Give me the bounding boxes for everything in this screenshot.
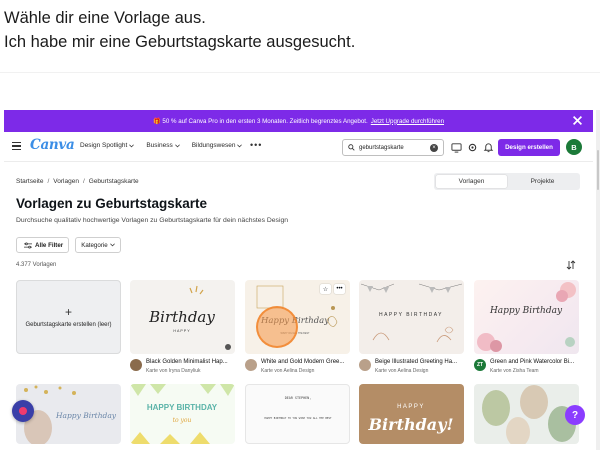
promo-banner: 🎁 50 % auf Canva Pro in den ersten 3 Mon… <box>4 110 593 132</box>
star-icon[interactable]: ☆ <box>320 284 331 294</box>
template-title[interactable]: Beige Illustrated Greeting Ha... <box>375 359 457 365</box>
template-card[interactable]: HAPPY BIRTHDAY <box>359 280 464 354</box>
scrollbar[interactable] <box>596 110 600 450</box>
chevron-down-icon <box>109 243 115 247</box>
promo-upgrade-link[interactable]: Jetzt Upgrade durchführen <box>371 118 444 125</box>
page-title: Vorlagen zu Geburtstagskarte <box>16 196 208 211</box>
top-nav: Canva Design Spotlight Business Bildungs… <box>4 132 593 162</box>
search-input[interactable]: geburtstagskarte × <box>342 139 444 156</box>
template-thumbnail: Happy Birthday <box>477 282 576 352</box>
breadcrumb-geburtstagskarte: Geburtstagskarte <box>88 178 139 185</box>
breadcrumb-vorlagen[interactable]: Vorlagen <box>53 178 79 185</box>
screen: Wähle dir eine Vorlage aus. Ich habe mir… <box>0 0 600 462</box>
svg-text:Birthday: Birthday <box>148 308 215 326</box>
svg-text:HAPPY: HAPPY <box>397 404 425 410</box>
promo-text: 🎁 50 % auf Canva Pro in den ersten 3 Mon… <box>152 118 368 125</box>
breadcrumb-startseite[interactable]: Startseite <box>16 178 43 185</box>
template-author[interactable]: Karte von Zisha Team <box>490 368 539 374</box>
breadcrumb: Startseite / Vorlagen / Geburtstagskarte <box>16 178 139 185</box>
avatar <box>359 359 371 371</box>
monitor-icon[interactable] <box>451 142 462 153</box>
bell-icon[interactable] <box>483 142 494 153</box>
svg-text:DEAR STEPHEN,: DEAR STEPHEN, <box>285 396 312 400</box>
page-subtitle: Durchsuche qualitativ hochwertige Vorlag… <box>16 217 289 224</box>
svg-text:HAPPY BIRTHDAY: HAPPY BIRTHDAY <box>147 403 218 412</box>
svg-text:Happy Birthday: Happy Birthday <box>489 306 563 316</box>
template-count: 4.377 Vorlagen <box>16 262 57 268</box>
template-card[interactable]: HAPPY BIRTHDAY to you <box>130 384 235 444</box>
template-card[interactable]: Birthday HAPPY <box>130 280 235 354</box>
all-filters-button[interactable]: Alle Filter <box>16 237 70 253</box>
template-card[interactable]: DEAR STEPHEN, HAPPY BIRTHDAY TO YOU WISH… <box>245 384 350 444</box>
filter-icon <box>24 242 32 248</box>
gear-icon[interactable] <box>467 142 478 153</box>
divider <box>0 72 600 73</box>
template-card[interactable]: HAPPY Birthday! <box>359 384 464 444</box>
clear-search-icon[interactable]: × <box>430 144 438 152</box>
segmented-control: Vorlagen Projekte <box>434 173 580 190</box>
chevron-down-icon <box>174 143 180 147</box>
create-design-button[interactable]: Design erstellen <box>498 139 560 156</box>
nav-links: Design Spotlight Business Bildungswesen <box>80 142 254 149</box>
chevron-down-icon <box>237 143 243 147</box>
nav-business[interactable]: Business <box>146 142 180 149</box>
template-thumbnail <box>482 385 576 444</box>
nav-bildungswesen[interactable]: Bildungswesen <box>192 142 243 149</box>
template-title[interactable]: White and Gold Modern Gree... <box>261 359 344 365</box>
template-title[interactable]: Black Golden Minimalist Hap... <box>146 359 228 365</box>
template-card[interactable]: Happy Birthday <box>474 280 579 354</box>
cursor-highlight <box>256 306 298 348</box>
tab-vorlagen[interactable]: Vorlagen <box>436 175 507 188</box>
nav-icons <box>451 142 499 153</box>
template-title[interactable]: Green and Pink Watercolor Bi... <box>490 359 574 365</box>
search-value: geburtstagskarte <box>359 144 404 151</box>
sort-icon[interactable] <box>566 260 576 270</box>
instruction-line-2: Ich habe mir eine Geburtstagskarte ausge… <box>4 33 356 51</box>
template-thumbnail: HAPPY Birthday! <box>368 404 454 434</box>
avatar <box>130 359 142 371</box>
filter-bar: Alle Filter Kategorie <box>16 237 127 253</box>
svg-text:HAPPY: HAPPY <box>173 329 190 333</box>
svg-text:HAPPY BIRTHDAY: HAPPY BIRTHDAY <box>379 312 443 318</box>
template-thumbnail: HAPPY BIRTHDAY to you <box>130 384 235 444</box>
assistant-button[interactable] <box>12 400 34 422</box>
template-thumbnail: Birthday HAPPY <box>148 285 231 350</box>
chevron-down-icon <box>129 143 135 147</box>
more-icon[interactable]: ••• <box>250 141 262 150</box>
avatar <box>245 359 257 371</box>
search-icon <box>348 144 355 151</box>
plus-icon: + <box>64 305 72 319</box>
menu-icon[interactable] <box>12 142 21 151</box>
template-thumbnail: HAPPY BIRTHDAY <box>360 283 463 343</box>
nav-design-spotlight[interactable]: Design Spotlight <box>80 142 135 149</box>
avatar[interactable]: B <box>566 139 582 155</box>
instruction-text: Wähle dir eine Vorlage aus. Ich habe mir… <box>4 6 355 54</box>
close-icon[interactable] <box>571 114 584 127</box>
template-author[interactable]: Karte von Iryna Danyliuk <box>146 368 200 374</box>
instruction-line-1: Wähle dir eine Vorlage aus. <box>4 9 206 27</box>
svg-text:HAPPY BIRTHDAY TO YOU WISH YOU: HAPPY BIRTHDAY TO YOU WISH YOU ALL THE B… <box>264 416 332 420</box>
create-blank-card[interactable]: + Geburtstagskarte erstellen (leer) <box>16 280 121 354</box>
more-options-icon[interactable]: ••• <box>334 284 345 294</box>
tab-projekte[interactable]: Projekte <box>507 175 578 188</box>
template-author[interactable]: Karte von Aelina Design <box>375 368 428 374</box>
template-thumbnail: DEAR STEPHEN, HAPPY BIRTHDAY TO YOU WISH… <box>264 396 332 420</box>
svg-text:Happy Birthday: Happy Birthday <box>55 411 117 420</box>
help-button[interactable]: ? <box>565 405 585 425</box>
create-blank-label: Geburtstagskarte erstellen (leer) <box>25 322 112 328</box>
svg-text:Birthday!: Birthday! <box>368 415 454 434</box>
category-dropdown[interactable]: Kategorie <box>75 237 121 253</box>
avatar: ZT <box>474 359 486 371</box>
canva-logo[interactable]: Canva <box>30 137 75 153</box>
svg-text:to you: to you <box>173 417 192 424</box>
template-card[interactable] <box>474 384 579 444</box>
template-author[interactable]: Karte von Aelina Design <box>261 368 314 374</box>
